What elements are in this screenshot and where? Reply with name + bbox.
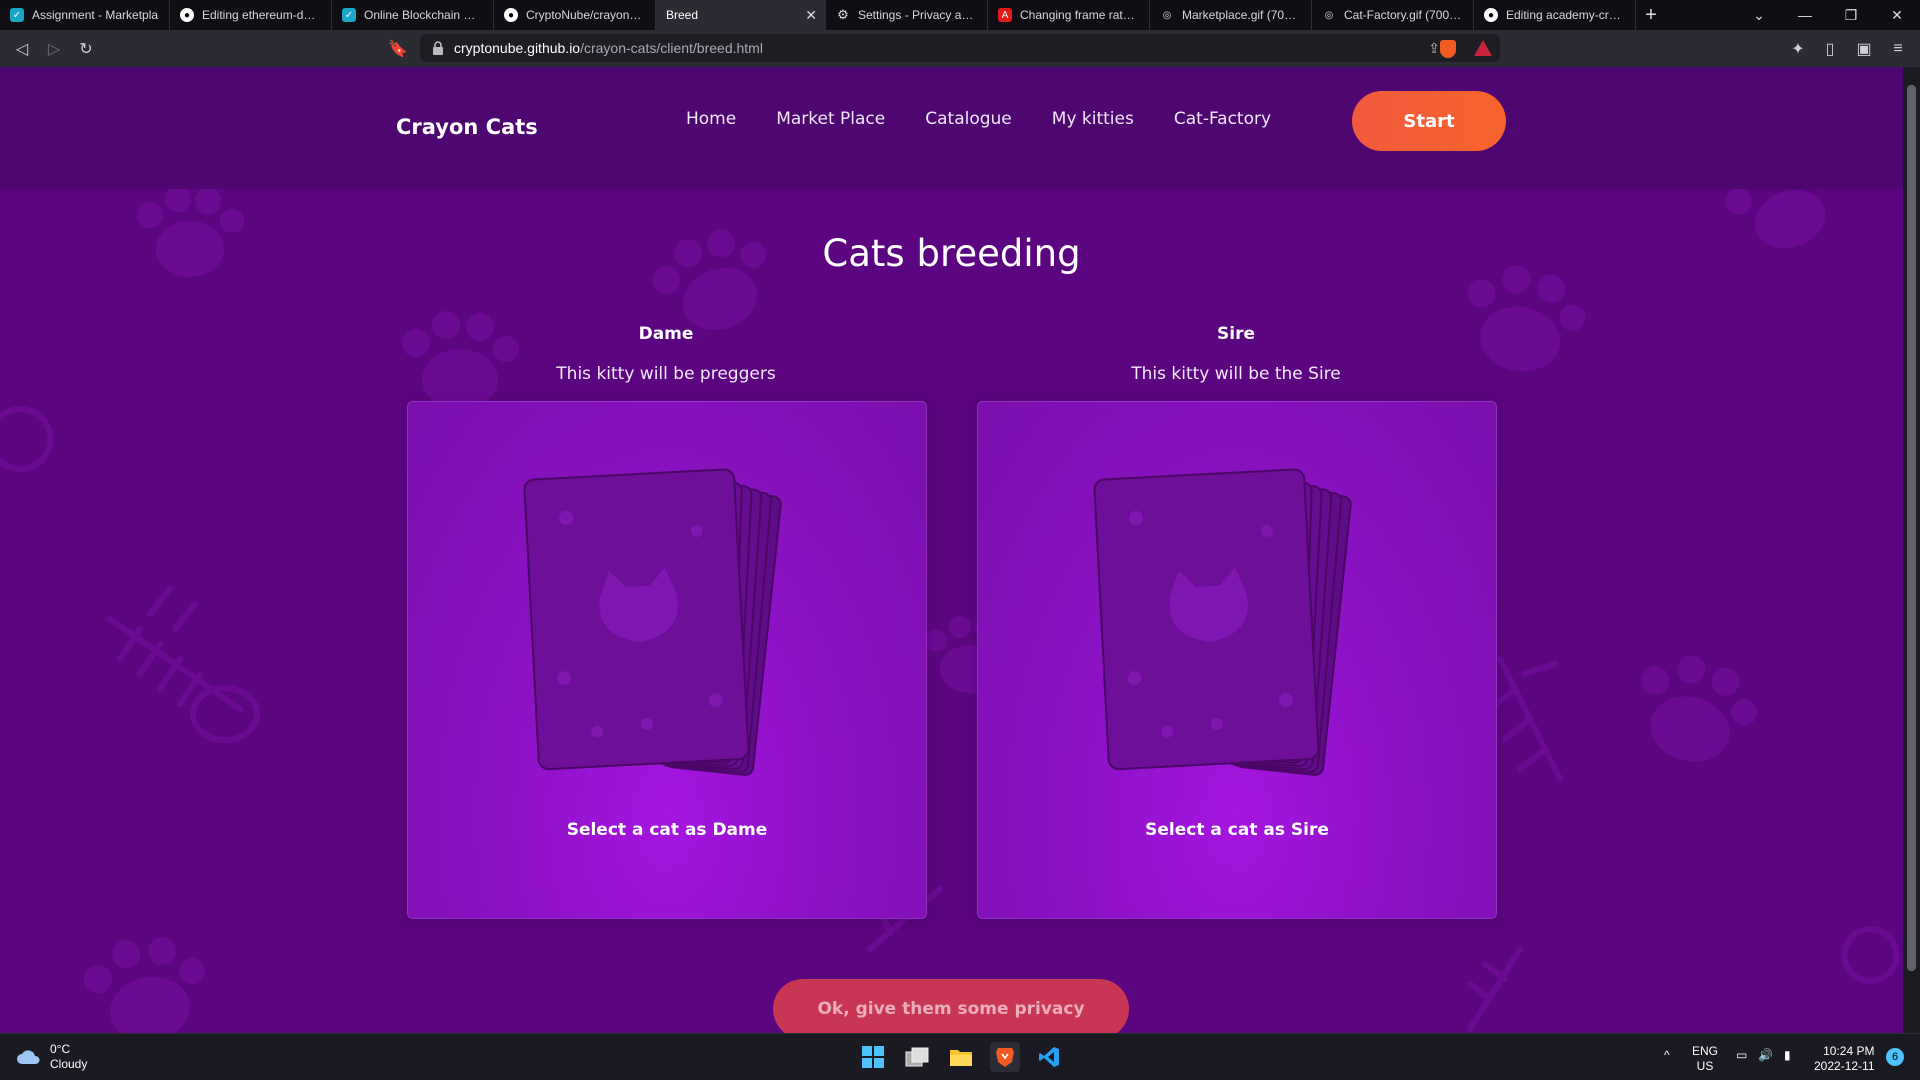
url-field[interactable]: cryptonube.github.io/crayon-cats/client/… bbox=[420, 34, 1500, 62]
battery-icon[interactable]: ▮ bbox=[1784, 1048, 1791, 1063]
close-window-icon[interactable]: ✕ bbox=[1874, 0, 1920, 30]
task-view-icon[interactable] bbox=[902, 1042, 932, 1072]
tab-settings[interactable]: ⚙ Settings - Privacy and se bbox=[826, 0, 988, 30]
reload-icon[interactable]: ↻ bbox=[70, 33, 102, 65]
clock[interactable]: 10:24 PM 2022-12-11 bbox=[1814, 1044, 1875, 1074]
nav-market-place[interactable]: Market Place bbox=[776, 109, 885, 129]
tab-frame-rate[interactable]: A Changing frame rate ch bbox=[988, 0, 1150, 30]
weather-widget[interactable]: 0°C Cloudy bbox=[16, 1042, 87, 1072]
close-tab-icon[interactable]: ✕ bbox=[805, 7, 817, 24]
github-icon: ● bbox=[1484, 8, 1498, 22]
notification-badge[interactable]: 6 bbox=[1886, 1048, 1904, 1066]
forward-icon[interactable]: ▷ bbox=[38, 33, 70, 65]
sire-heading: Sire bbox=[1217, 324, 1255, 344]
dame-description: This kitty will be preggers bbox=[556, 364, 776, 384]
sidebar-icon[interactable]: ▯ bbox=[1814, 33, 1846, 65]
vscode-icon[interactable] bbox=[1034, 1042, 1064, 1072]
sire-select-panel[interactable]: Select a cat as Sire bbox=[977, 401, 1497, 919]
adobe-icon: A bbox=[998, 8, 1012, 22]
globe-icon: ◎ bbox=[1324, 9, 1334, 21]
github-icon: ● bbox=[180, 8, 194, 22]
main-nav: Home Market Place Catalogue My kitties C… bbox=[686, 109, 1311, 129]
site-header: Crayon Cats Home Market Place Catalogue … bbox=[0, 67, 1903, 189]
bookmark-icon[interactable]: 🔖 bbox=[382, 33, 414, 65]
github-icon: ● bbox=[504, 8, 518, 22]
gear-icon: ⚙ bbox=[837, 7, 849, 22]
card-deck-icon bbox=[1093, 468, 1352, 776]
tab-breed[interactable]: Breed ✕ bbox=[656, 0, 826, 30]
language-indicator[interactable]: ENG US bbox=[1692, 1044, 1718, 1074]
clock-time: 10:24 PM bbox=[1823, 1044, 1875, 1058]
tab-strip: ✓ Assignment - Marketpla ● Editing ether… bbox=[0, 0, 1920, 30]
dame-header: Dame This kitty will be preggers bbox=[406, 324, 926, 384]
dame-heading: Dame bbox=[638, 324, 694, 344]
tab-assignment[interactable]: ✓ Assignment - Marketpla bbox=[0, 0, 170, 30]
tab-online-blockchain[interactable]: ✓ Online Blockchain Cour bbox=[332, 0, 494, 30]
wallet-icon[interactable]: ▣ bbox=[1848, 33, 1880, 65]
tab-marketplace-gif[interactable]: ◎ Marketplace.gif (700×39 bbox=[1150, 0, 1312, 30]
privacy-button[interactable]: Ok, give them some privacy bbox=[773, 979, 1129, 1033]
minimize-icon[interactable]: — bbox=[1782, 0, 1828, 30]
tab-editing-ethereum[interactable]: ● Editing ethereum-dapp bbox=[170, 0, 332, 30]
sire-description: This kitty will be the Sire bbox=[1131, 364, 1341, 384]
academy-icon: ✓ bbox=[10, 8, 24, 22]
select-sire-label: Select a cat as Sire bbox=[1145, 820, 1329, 840]
brave-shield-icon[interactable] bbox=[1440, 40, 1456, 58]
brave-browser-icon[interactable] bbox=[990, 1042, 1020, 1072]
start-button[interactable]: Start bbox=[1352, 91, 1506, 151]
tab-crayon-cats-repo[interactable]: ● CryptoNube/crayon-cat bbox=[494, 0, 656, 30]
back-icon[interactable]: ◁ bbox=[6, 33, 38, 65]
volume-icon[interactable]: 🔊 bbox=[1758, 1048, 1773, 1063]
temperature: 0°C bbox=[50, 1042, 71, 1056]
page-title: Cats breeding bbox=[822, 232, 1081, 275]
dame-select-panel[interactable]: Select a cat as Dame bbox=[407, 401, 927, 919]
extensions-icon[interactable]: ✦ bbox=[1782, 33, 1814, 65]
tab-editing-academy[interactable]: ● Editing academy-crypto bbox=[1474, 0, 1636, 30]
address-bar: ◁ ▷ ↻ 🔖 cryptonube.github.io/crayon-cats… bbox=[0, 30, 1920, 67]
site-logo[interactable]: Crayon Cats bbox=[396, 115, 538, 139]
paw-pattern-background bbox=[0, 189, 1900, 1033]
scrollbar-thumb[interactable] bbox=[1907, 85, 1916, 971]
cloud-icon bbox=[17, 1050, 40, 1064]
lock-icon bbox=[433, 41, 443, 55]
sire-header: Sire This kitty will be the Sire bbox=[976, 324, 1496, 384]
academy-icon: ✓ bbox=[342, 8, 356, 22]
share-icon[interactable]: ⇪ bbox=[1428, 40, 1440, 57]
menu-icon[interactable]: ≡ bbox=[1882, 33, 1914, 65]
nav-home[interactable]: Home bbox=[686, 109, 736, 129]
new-tab-button[interactable]: + bbox=[1636, 0, 1666, 30]
weather-condition: Cloudy bbox=[50, 1057, 88, 1071]
tab-cat-factory-gif[interactable]: ◎ Cat-Factory.gif (700×39 bbox=[1312, 0, 1474, 30]
start-menu-icon[interactable] bbox=[858, 1042, 888, 1072]
tab-list-icon[interactable]: ⌄ bbox=[1736, 0, 1782, 30]
clock-date: 2022-12-11 bbox=[1814, 1059, 1875, 1073]
card-deck-icon bbox=[523, 468, 782, 776]
nav-cat-factory[interactable]: Cat-Factory bbox=[1174, 109, 1271, 129]
windows-taskbar: 0°C Cloudy ^ ENG US ▭ 🔊 ▮ 10:24 PM 2022-… bbox=[0, 1033, 1920, 1080]
nav-catalogue[interactable]: Catalogue bbox=[925, 109, 1012, 129]
nav-my-kitties[interactable]: My kitties bbox=[1052, 109, 1134, 129]
page-scrollbar[interactable] bbox=[1903, 67, 1920, 1033]
web-page: Crayon Cats Home Market Place Catalogue … bbox=[0, 67, 1903, 1033]
globe-icon: ◎ bbox=[1162, 9, 1172, 21]
select-dame-label: Select a cat as Dame bbox=[566, 820, 768, 840]
restore-icon[interactable]: ❐ bbox=[1828, 0, 1874, 30]
brave-rewards-icon[interactable] bbox=[1474, 40, 1492, 56]
network-icon[interactable]: ▭ bbox=[1736, 1048, 1747, 1063]
file-explorer-icon[interactable] bbox=[946, 1042, 976, 1072]
tray-overflow-icon[interactable]: ^ bbox=[1664, 1048, 1670, 1063]
